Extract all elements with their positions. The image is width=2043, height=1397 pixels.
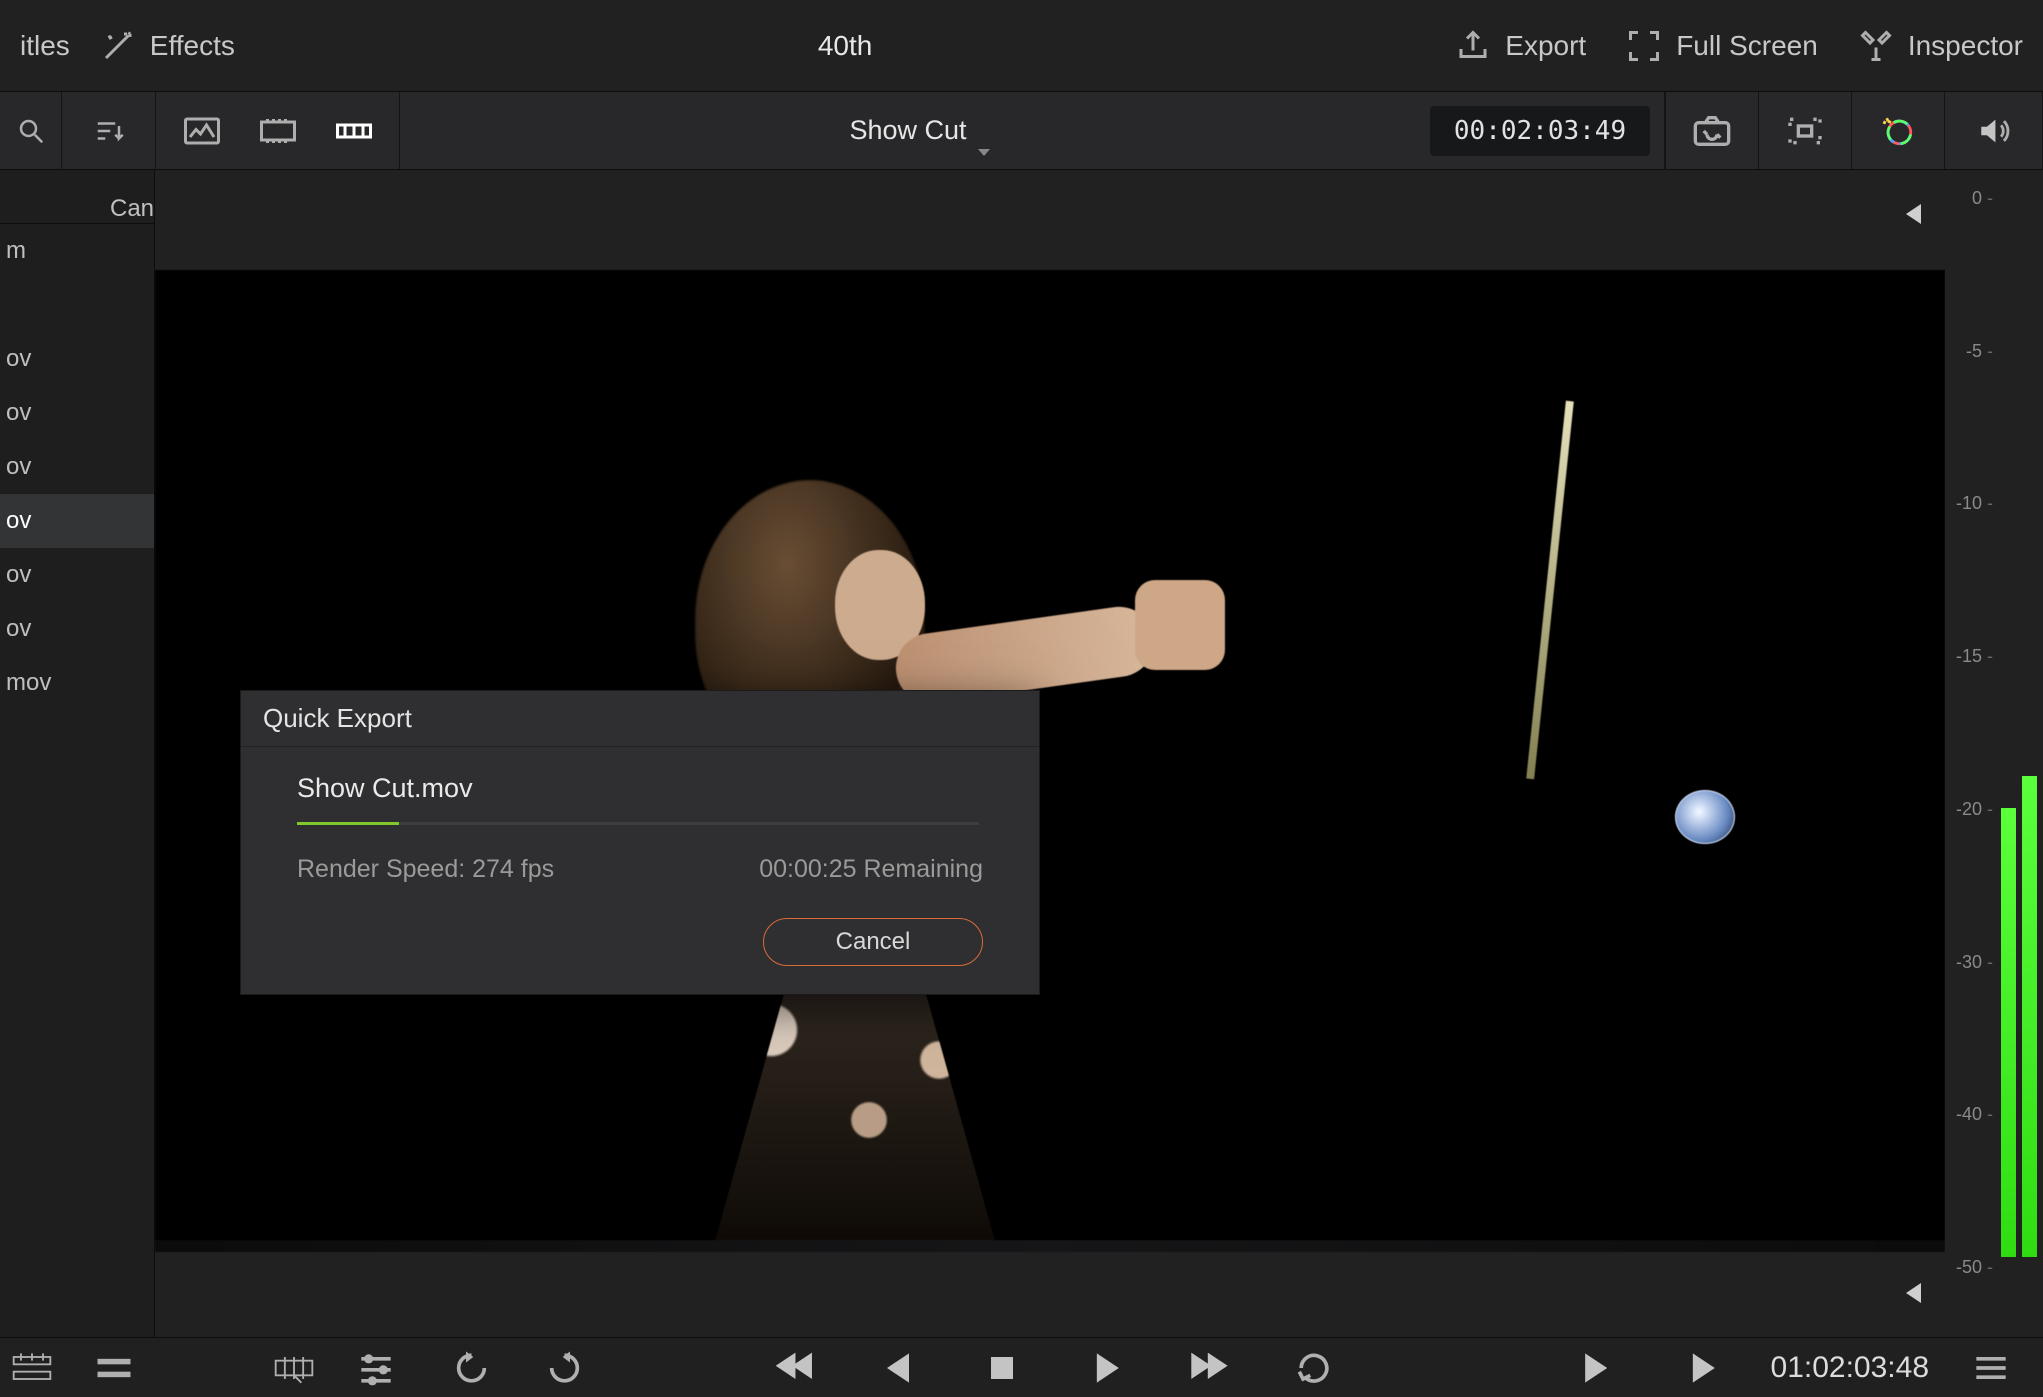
export-progress-fill <box>297 822 399 825</box>
color-enhance-button[interactable] <box>1851 92 1944 169</box>
safe-area-button[interactable] <box>1758 92 1851 169</box>
meter-bars <box>2001 188 2037 1257</box>
timeline-view-button[interactable] <box>10 1346 54 1390</box>
transport-bar: 01:02:03:48 <box>0 1337 2043 1397</box>
jump-next-button[interactable] <box>1576 1346 1620 1390</box>
stop-button[interactable] <box>980 1346 1024 1390</box>
view-mode-switcher <box>156 92 400 169</box>
loop-button[interactable] <box>1292 1346 1336 1390</box>
sidebar-clip-item[interactable] <box>0 278 154 332</box>
speaker-icon <box>1974 114 2014 148</box>
export-icon <box>1455 28 1491 64</box>
viewer-right-tools <box>1665 92 1945 169</box>
titles-menu-label[interactable]: itles <box>20 30 70 62</box>
render-speed-text: Render Speed: 274 fps <box>297 855 554 884</box>
go-first-frame-button[interactable] <box>772 1346 816 1390</box>
cancel-button[interactable]: Cancel <box>763 918 983 966</box>
fullscreen-label: Full Screen <box>1676 30 1818 62</box>
camera-swap-button[interactable] <box>1665 92 1758 169</box>
sidebar-clip-item[interactable]: ov <box>0 602 154 656</box>
transport-menu-button[interactable] <box>1969 1346 2013 1390</box>
sidebar-clip-list: movovovovovovmov <box>0 224 154 1337</box>
meter-tick: -10 <box>1956 493 1993 514</box>
export-menu[interactable]: Export <box>1455 28 1586 64</box>
sort-button[interactable] <box>62 92 156 169</box>
top-menu-bar: itles Effects 40th Export Full Screen In… <box>0 0 2043 92</box>
fullscreen-menu[interactable]: Full Screen <box>1626 28 1818 64</box>
mute-button[interactable] <box>1945 92 2043 169</box>
meter-tick: -50 <box>1956 1257 1993 1278</box>
timecode-wrap: 00:02:03:49 <box>1416 92 1665 169</box>
sidebar-clip-item[interactable]: m <box>0 224 154 278</box>
go-last-frame-button[interactable] <box>1188 1346 1232 1390</box>
sidebar-clip-item[interactable]: ov <box>0 332 154 386</box>
viewer-timecode[interactable]: 00:02:03:49 <box>1430 106 1650 156</box>
camera-swap-icon <box>1692 114 1732 148</box>
meter-tick: -20 <box>1956 799 1993 820</box>
sidebar-clip-item[interactable]: ov <box>0 494 154 548</box>
dialog-title: Quick Export <box>241 691 1039 747</box>
transport-timecode[interactable]: 01:02:03:48 <box>1771 1351 1929 1385</box>
meter-bar-left <box>2001 808 2016 1257</box>
go-to-start-button-lower[interactable] <box>1891 1273 1931 1313</box>
clip-tool-button[interactable] <box>272 1346 316 1390</box>
project-title: 40th <box>235 30 1455 62</box>
thumbnail-icon <box>184 116 220 146</box>
time-remaining-text: 00:00:25 Remaining <box>759 855 983 884</box>
filmstrip-icon <box>260 116 296 146</box>
main-area: Can movovovovovovmov <box>0 170 2043 1337</box>
quick-export-dialog: Quick Export Show Cut.mov Render Speed: … <box>240 690 1040 995</box>
timeline-options-button[interactable] <box>92 1346 136 1390</box>
media-sidebar: Can movovovovovovmov <box>0 170 155 1337</box>
step-back-button[interactable] <box>876 1346 920 1390</box>
viewer-toolbar: Show Cut 00:02:03:49 <box>0 92 2043 170</box>
next-edit-button[interactable] <box>548 1346 592 1390</box>
export-progress-track <box>297 822 979 825</box>
sidebar-clip-item[interactable]: ov <box>0 386 154 440</box>
safe-area-icon <box>1785 114 1825 148</box>
meter-bar-right <box>2022 776 2037 1257</box>
dropdown-caret-icon <box>978 149 990 156</box>
filmstrip-view-button[interactable] <box>254 113 302 149</box>
meter-tick: -40 <box>1956 1104 1993 1125</box>
search-button[interactable] <box>0 92 62 169</box>
fullscreen-icon <box>1626 28 1662 64</box>
thumbnail-view-button[interactable] <box>178 113 226 149</box>
inspector-menu[interactable]: Inspector <box>1858 28 2023 64</box>
export-filename: Show Cut.mov <box>297 773 983 804</box>
strip-icon <box>336 116 372 146</box>
sidebar-tab[interactable]: Can <box>0 170 154 224</box>
meter-tick: -30 <box>1956 952 1993 973</box>
sort-icon <box>91 116 127 146</box>
sidebar-tab-label: Can <box>110 195 154 223</box>
strip-view-button[interactable] <box>330 113 378 149</box>
effects-label: Effects <box>150 30 235 62</box>
clip-title-text: Show Cut <box>849 115 966 145</box>
meter-tick: -15 <box>1956 646 1993 667</box>
sidebar-clip-item[interactable]: mov <box>0 656 154 710</box>
viewer-clip-title[interactable]: Show Cut <box>400 115 1416 146</box>
color-wheel-sparkle-icon <box>1878 114 1918 148</box>
play-button[interactable] <box>1084 1346 1128 1390</box>
export-label: Export <box>1505 30 1586 62</box>
prev-edit-button[interactable] <box>444 1346 488 1390</box>
effects-wand-icon <box>100 28 136 64</box>
search-icon <box>13 116 49 146</box>
inspector-label: Inspector <box>1908 30 2023 62</box>
go-to-start-button[interactable] <box>1891 194 1931 234</box>
jump-end-button[interactable] <box>1680 1346 1724 1390</box>
meter-scale: 0-5-10-15-20-30-40-50 <box>1947 188 1993 1257</box>
adjust-tool-button[interactable] <box>354 1346 398 1390</box>
audio-meters: 0 -5 -10 -15 -20 -30 -40 -50 <box>1945 170 2043 1337</box>
meter-tick: 0 <box>1972 188 1993 209</box>
sidebar-clip-item[interactable]: ov <box>0 440 154 494</box>
inspector-tools-icon <box>1858 28 1894 64</box>
effects-menu[interactable]: Effects <box>100 28 235 64</box>
sidebar-clip-item[interactable]: ov <box>0 548 154 602</box>
meter-tick: -5 <box>1966 341 1993 362</box>
